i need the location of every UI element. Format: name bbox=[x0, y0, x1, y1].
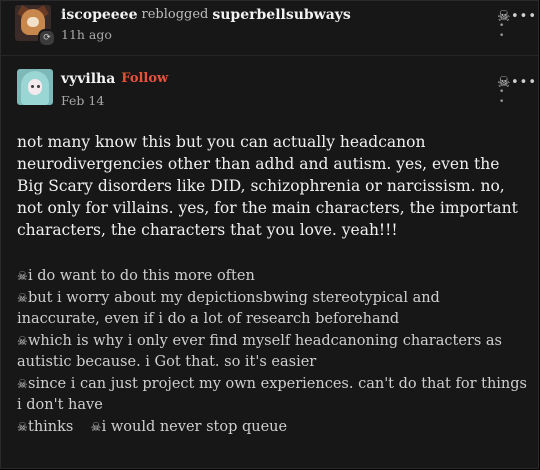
tag[interactable]: ☠thinks bbox=[17, 419, 73, 435]
tag[interactable]: ☠since i can just project my own experie… bbox=[17, 374, 527, 417]
tag[interactable]: ☠i do want to do this more often bbox=[17, 266, 527, 288]
reblog-icon: ⟳ bbox=[38, 29, 56, 47]
tag[interactable]: ☠which is why i only ever find myself he… bbox=[17, 331, 527, 374]
skull-more-icon[interactable]: ☠ ••• • • bbox=[495, 7, 536, 41]
author-line: vyvilha Follow bbox=[61, 71, 168, 87]
reblogged-label: reblogged bbox=[141, 7, 209, 22]
tag[interactable]: ☠i would never stop queue bbox=[91, 419, 288, 435]
divider bbox=[1, 55, 538, 56]
reblog-line: iscopeeee reblogged superbellsubways bbox=[61, 7, 351, 23]
tag-row: ☠thinks ☠i would never stop queue bbox=[17, 417, 527, 439]
post-card: ⟳ iscopeeee reblogged superbellsubways 1… bbox=[0, 0, 539, 469]
author-avatar[interactable] bbox=[17, 69, 53, 105]
skull-tag-icon: ☠ bbox=[17, 269, 28, 283]
skull-more-icon[interactable]: ☠ ••• • • bbox=[495, 73, 536, 107]
skull-tag-icon: ☠ bbox=[17, 376, 28, 391]
skull-tag-icon: ☠ bbox=[17, 333, 28, 348]
skull-tag-icon: ☠ bbox=[17, 290, 28, 305]
tag-list: ☠i do want to do this more often ☠but i … bbox=[17, 266, 527, 438]
follow-button[interactable]: Follow bbox=[121, 71, 168, 86]
post-body: not many know this but you can actually … bbox=[17, 133, 518, 239]
reblog-timestamp[interactable]: 11h ago bbox=[61, 27, 112, 42]
author-username[interactable]: vyvilha bbox=[61, 71, 115, 87]
skull-tag-icon: ☠ bbox=[90, 419, 102, 434]
post-date[interactable]: Feb 14 bbox=[61, 93, 104, 108]
tag[interactable]: ☠but i worry about my depictionsbwing st… bbox=[17, 288, 527, 331]
reblogger-username[interactable]: iscopeeee bbox=[61, 7, 137, 23]
source-username[interactable]: superbellsubways bbox=[212, 7, 350, 23]
skull-tag-icon: ☠ bbox=[17, 419, 28, 434]
